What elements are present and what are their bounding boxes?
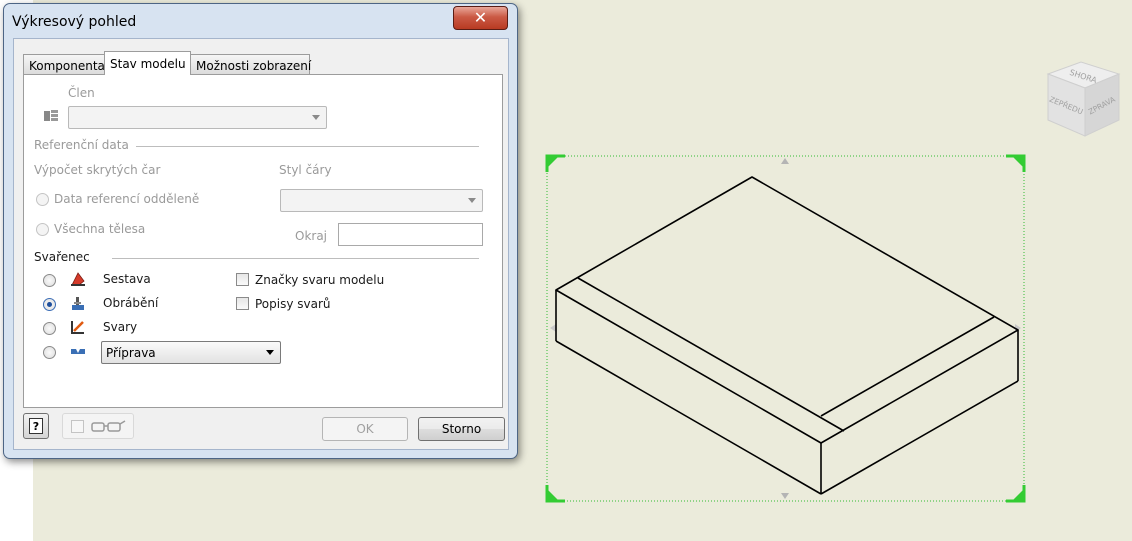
radio-selected-dot <box>47 302 52 307</box>
weldment-divider <box>112 258 479 259</box>
assembly-icon <box>71 272 85 286</box>
radio-welds[interactable] <box>43 322 56 335</box>
radio-assembly[interactable] <box>43 274 56 287</box>
top-grip <box>781 158 789 164</box>
glasses-icon <box>91 420 126 432</box>
tab-display-options[interactable]: Možnosti zobrazení <box>190 54 312 74</box>
margin-input[interactable] <box>338 223 483 246</box>
preparation-icon <box>71 349 85 354</box>
close-button[interactable]: ✕ <box>453 6 508 30</box>
machining-icon <box>72 297 84 310</box>
chevron-down-icon <box>468 198 476 203</box>
chevron-down-icon <box>312 115 320 120</box>
view-boundary <box>546 155 1025 502</box>
dialog-title: Výkresový pohled <box>12 14 137 30</box>
help-button[interactable]: ? <box>23 413 49 439</box>
tab-display-options-label: Možnosti zobrazení <box>196 59 312 73</box>
dialog-titlebar[interactable]: Výkresový pohled ✕ <box>4 4 517 38</box>
radio-machining-label: Obrábění <box>103 296 159 310</box>
welds-icon <box>71 321 84 334</box>
weldment-group-label: Svařenec <box>34 250 90 264</box>
line-style-label: Styl čáry <box>279 163 332 177</box>
checkbox-weld-annotations-label: Popisy svarů <box>255 297 331 311</box>
radio-reference-separately[interactable] <box>36 193 49 206</box>
close-icon: ✕ <box>473 8 488 27</box>
preview-toggle[interactable] <box>62 413 134 439</box>
member-label: Člen <box>68 86 95 100</box>
radio-all-bodies-label: Všechna tělesa <box>54 222 146 236</box>
checkbox-model-weld-symbols[interactable] <box>236 273 249 286</box>
drawing-view-dialog: Výkresový pohled ✕ Komponenta Stav model… <box>3 3 518 459</box>
bottom-grip <box>781 493 789 499</box>
preview-checkbox[interactable] <box>71 420 84 433</box>
margin-label: Okraj <box>295 229 328 243</box>
tab-model-state[interactable]: Stav modelu <box>104 51 191 75</box>
reference-data-group-label: Referenční data <box>34 138 129 152</box>
radio-preparation[interactable] <box>43 346 56 359</box>
hidden-line-calc-label: Výpočet skrytých čar <box>34 163 161 177</box>
radio-all-bodies[interactable] <box>36 223 49 236</box>
radio-machining[interactable] <box>43 298 56 311</box>
model-state-panel: Člen Referenční data Výpočet skrytých ča… <box>23 74 503 408</box>
member-table-icon <box>44 110 58 121</box>
dialog-client: Komponenta Stav modelu Možnosti zobrazen… <box>13 38 509 450</box>
ok-button[interactable]: OK <box>322 417 408 441</box>
member-dropdown[interactable] <box>68 106 327 129</box>
checkbox-weld-annotations[interactable] <box>236 297 249 310</box>
tab-component[interactable]: Komponenta <box>23 54 105 74</box>
radio-reference-separately-label: Data referencí odděleně <box>54 192 200 206</box>
reference-data-divider <box>136 146 479 147</box>
left-grip <box>550 324 556 332</box>
help-icon: ? <box>29 418 43 434</box>
tab-model-state-label: Stav modelu <box>110 57 186 71</box>
viewcube[interactable]: SHORA ZEPŘEDU ZPRAVA <box>1043 58 1123 142</box>
chevron-down-icon <box>266 350 274 355</box>
isometric-part <box>555 176 1019 495</box>
preparation-value: Příprava <box>106 346 156 360</box>
preparation-dropdown[interactable]: Příprava <box>101 341 281 364</box>
checkbox-model-weld-symbols-label: Značky svaru modelu <box>255 273 385 287</box>
radio-welds-label: Svary <box>103 320 138 334</box>
cancel-button[interactable]: Storno <box>418 417 505 441</box>
line-style-dropdown[interactable] <box>280 189 483 212</box>
svg-text:?: ? <box>33 420 39 433</box>
radio-assembly-label: Sestava <box>103 272 151 286</box>
tab-component-label: Komponenta <box>29 59 105 73</box>
